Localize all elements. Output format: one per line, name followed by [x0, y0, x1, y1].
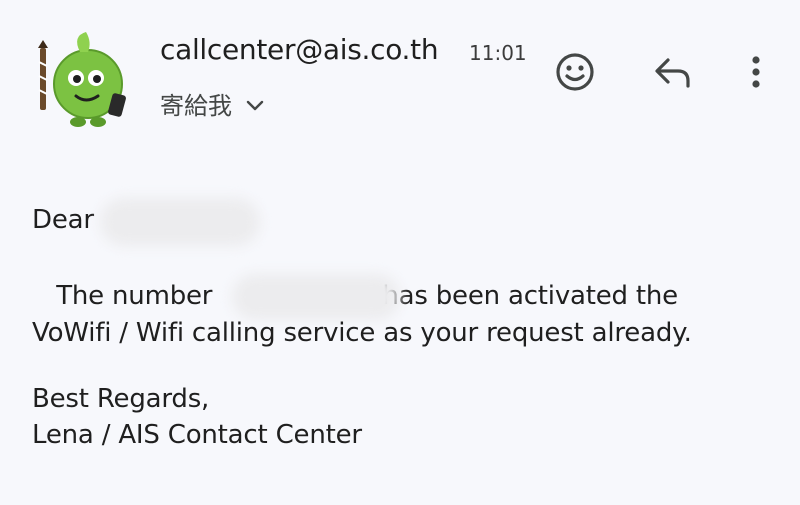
- smiley-face-icon: [556, 53, 594, 91]
- email-view: callcenter@ais.co.th 11:01 寄給我 Dear The …: [0, 0, 800, 505]
- vertical-dots-icon: [752, 56, 760, 88]
- closing-text: Best Regards,: [32, 384, 210, 414]
- line1-suffix: has been activated the: [382, 281, 678, 311]
- redacted-recipient-name: [100, 198, 260, 246]
- reply-button[interactable]: [648, 48, 696, 96]
- chevron-down-icon: [246, 100, 264, 110]
- sender-avatar[interactable]: [30, 32, 134, 130]
- ais-mascot-icon: [38, 32, 126, 127]
- message-line-2: VoWifi / Wifi calling service as your re…: [32, 318, 692, 348]
- line1-prefix: The number: [56, 281, 213, 311]
- recipient-label: 寄給我: [160, 92, 232, 120]
- greeting-text: Dear: [32, 205, 94, 235]
- reply-arrow-icon: [655, 58, 690, 88]
- more-options-button[interactable]: [732, 48, 780, 96]
- recipient-details-toggle[interactable]: 寄給我: [160, 86, 264, 121]
- signature-text: Lena / AIS Contact Center: [32, 420, 362, 450]
- add-reaction-button[interactable]: [551, 48, 599, 96]
- redacted-phone-number: [232, 274, 400, 320]
- sender-address[interactable]: callcenter@ais.co.th: [160, 33, 439, 66]
- message-time: 11:01: [469, 41, 527, 65]
